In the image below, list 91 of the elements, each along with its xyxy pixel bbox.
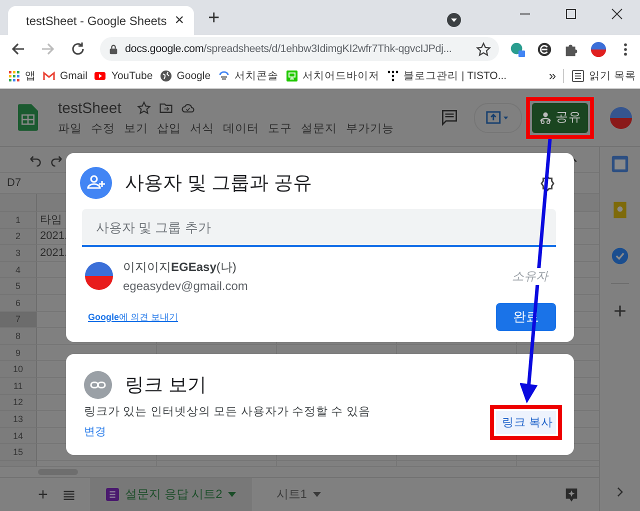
settings-icon[interactable] [539, 174, 556, 192]
menu-item[interactable]: 보기 [124, 120, 148, 136]
row-number[interactable]: 10 [0, 361, 37, 378]
play-icon [94, 70, 106, 82]
browser-tab[interactable]: testSheet - Google Sheets × [8, 6, 194, 35]
row-number[interactable]: 3 [0, 245, 37, 262]
row-number[interactable]: 11 [0, 378, 37, 395]
dots-icon [386, 70, 399, 82]
mail-icon [43, 70, 55, 82]
name-box[interactable]: D7 [7, 177, 22, 189]
menu-item[interactable]: 서식 [190, 120, 214, 136]
sheet-tab[interactable]: 시트1 [266, 478, 331, 511]
add-sheet-button[interactable]: + [38, 484, 48, 504]
menu-item[interactable]: 부가기능 [346, 120, 394, 136]
row-number[interactable]: 5 [0, 278, 37, 295]
avatar-icon[interactable] [610, 106, 632, 128]
link-access-text: 링크가 있는 인터넷상의 모든 사용자가 수정할 수 있음 [84, 405, 370, 419]
tasks-icon[interactable] [611, 247, 629, 265]
present-button[interactable] [474, 102, 522, 132]
bookmark[interactable]: Google [160, 70, 211, 82]
dropdown-icon[interactable] [446, 12, 462, 28]
bookmark[interactable]: 앱 [8, 68, 36, 82]
list-icon [572, 70, 584, 82]
reload-icon[interactable] [70, 41, 86, 57]
url-text: docs.google.com/spreadsheets/d/1ehbw3IdimgKI2wfr7Thk-qgvcIJPdj... [125, 43, 453, 55]
present-icon [486, 111, 510, 124]
back-icon[interactable] [10, 41, 26, 57]
comment-icon[interactable] [441, 109, 458, 126]
row-number[interactable]: 13 [0, 411, 37, 428]
bookmark[interactable]: Gmail [43, 70, 88, 82]
extension-icon[interactable] [536, 40, 553, 58]
menu-item[interactable]: 삽입 [157, 120, 181, 136]
calendar-icon[interactable] [611, 155, 629, 173]
row-number[interactable]: 6 [0, 294, 37, 312]
move-folder-icon[interactable] [159, 101, 174, 115]
more-bookmarks-button[interactable]: » [548, 68, 556, 83]
feedback-link[interactable]: Google에 의견 보내기 [88, 310, 178, 324]
reading-list-button[interactable]: 읽기 목록 [563, 68, 636, 82]
bookmark[interactable]: 서치어드바이저 [286, 68, 380, 82]
cloud-check-icon[interactable] [181, 101, 196, 115]
explore-icon[interactable] [564, 486, 579, 502]
menu-item[interactable]: 설문지 [301, 120, 337, 136]
new-tab-button[interactable]: + [208, 7, 220, 30]
apps-grid-icon [8, 70, 20, 82]
row-number[interactable]: 1 [0, 212, 37, 229]
row-number[interactable]: 15 [0, 444, 37, 461]
row-number[interactable]: 14 [0, 428, 37, 444]
menu-item[interactable]: 수정 [91, 120, 115, 136]
link-icon [84, 371, 112, 399]
people-icon [538, 111, 552, 124]
tab-title: testSheet - Google Sheets [26, 14, 167, 28]
caret-icon [312, 492, 321, 497]
row-number[interactable]: 7 [0, 312, 37, 328]
maximize-icon[interactable] [565, 8, 577, 20]
avatar-icon [85, 262, 113, 290]
form-icon [106, 488, 119, 501]
bookmark[interactable]: 블로그관리 | TISTO... [386, 68, 507, 82]
person-email: egeasydev@gmail.com [123, 279, 248, 293]
role-label: 소유자 [512, 268, 548, 284]
lock-icon [108, 44, 119, 54]
bookmark[interactable]: YouTube [94, 70, 153, 82]
sheet-tab[interactable]: 설문지 응답 시트2 [90, 478, 252, 511]
row-number[interactable]: 2 [0, 228, 37, 246]
address-bar[interactable]: docs.google.com/spreadsheets/d/1ehbw3IdimgKI2wfr7Thk-qgvcIJPdj... [100, 37, 499, 61]
spreadsheet-logo[interactable] [18, 104, 38, 131]
people-input-field[interactable]: 사용자 및 그룹 추가 [82, 209, 556, 247]
add-person-icon [80, 167, 112, 199]
star-icon[interactable] [137, 101, 152, 115]
close-tab-button[interactable]: × [174, 12, 184, 30]
row-number[interactable]: 4 [0, 262, 37, 278]
row-number[interactable]: 12 [0, 394, 37, 412]
bookmark[interactable]: 서치콘솔 [218, 68, 279, 82]
globe-icon [160, 70, 172, 82]
row-number[interactable]: 8 [0, 328, 37, 345]
monitor-icon [286, 70, 298, 82]
menu-item[interactable]: 데이터 [223, 120, 259, 136]
close-icon[interactable] [611, 8, 623, 20]
person-name: 이지이지EGEasy(나) [123, 259, 238, 276]
dialog-title: 사용자 및 그룹과 공유 [125, 172, 312, 196]
copy-link-button[interactable]: 링크 복사 [496, 411, 556, 434]
document-title[interactable]: testSheet [58, 100, 122, 116]
dialog-title: 링크 보기 [125, 374, 206, 398]
avatar-icon[interactable] [590, 40, 607, 58]
row-number[interactable]: 9 [0, 344, 37, 362]
console-icon [218, 70, 230, 82]
share-button[interactable]: 공유 [532, 102, 588, 132]
menu-item[interactable]: 파일 [58, 120, 82, 136]
menu-item[interactable]: 도구 [268, 120, 292, 136]
star-icon[interactable] [476, 42, 491, 56]
change-link[interactable]: 변경 [84, 424, 106, 439]
caret-icon [228, 492, 236, 497]
